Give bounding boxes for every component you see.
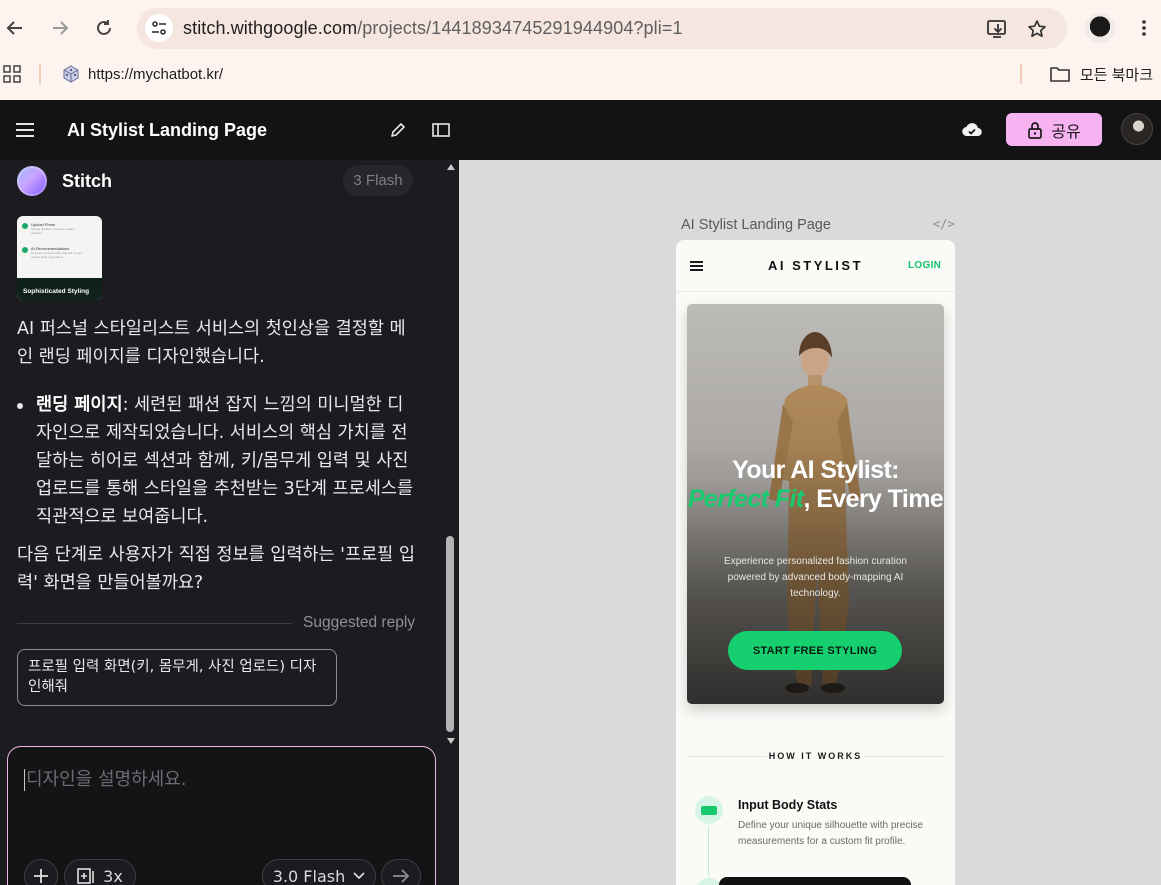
hero-section: Your AI Stylist: Perfect Fit, Every Time… xyxy=(687,304,944,704)
bookmark-star-icon[interactable] xyxy=(1026,18,1048,40)
hero-title-accent: Perfect Fit xyxy=(687,485,804,513)
folder-icon xyxy=(1050,67,1070,82)
cloud-saved-icon[interactable] xyxy=(960,118,984,142)
hamburger-menu-icon[interactable] xyxy=(13,118,37,142)
divider xyxy=(864,756,944,757)
profile-avatar[interactable] xyxy=(1085,13,1115,43)
list-item: 랜딩 페이지: 세련된 패션 잡지 느낌의 미니멀한 디자인으로 제작되었습니다… xyxy=(17,391,417,531)
model-badge: 3 Flash xyxy=(343,165,413,196)
ruler-icon xyxy=(695,796,723,824)
address-bar[interactable]: stitch.withgoogle.com/projects/144189347… xyxy=(137,8,1067,49)
lock-icon xyxy=(1028,121,1043,139)
suggested-reply-chip[interactable]: 프로필 입력 화면(키, 몸무게, 사진 업로드) 디자인해줘 xyxy=(17,649,337,706)
bookmark-label: https://mychatbot.kr/ xyxy=(88,65,224,83)
model-select[interactable]: 3.0 Flash xyxy=(262,859,376,885)
phone-frame[interactable]: AI STYLIST LOGIN Your AI Stylist: Perfec… xyxy=(676,240,955,885)
step-dot-icon xyxy=(22,223,28,229)
message-bullets: 랜딩 페이지: 세련된 패션 잡지 느낌의 미니멀한 디자인으로 제작되었습니다… xyxy=(17,391,417,531)
bookmark-mychatbot[interactable]: https://mychatbot.kr/ xyxy=(62,62,223,86)
user-avatar[interactable] xyxy=(1121,113,1153,145)
site-info-icon[interactable] xyxy=(145,14,173,42)
send-arrow-icon xyxy=(393,869,410,883)
url-text: stitch.withgoogle.com/projects/144189347… xyxy=(183,18,683,38)
design-thumbnail[interactable]: Upload Photo Simply upload a photo for i… xyxy=(17,216,102,300)
apps-grid-icon[interactable] xyxy=(3,65,21,83)
reload-icon[interactable] xyxy=(90,14,118,42)
bookmark-separator xyxy=(39,64,41,84)
browser-toolbar: stitch.withgoogle.com/projects/144189347… xyxy=(0,0,1161,56)
start-styling-button[interactable]: START FREE STYLING xyxy=(728,631,902,670)
all-bookmarks-button[interactable]: 모든 북마크 xyxy=(1050,62,1153,86)
add-attachment-button[interactable] xyxy=(24,859,58,885)
all-bookmarks-label: 모든 북마크 xyxy=(1079,66,1153,84)
variants-button[interactable]: 3x xyxy=(64,859,136,885)
edit-pencil-icon[interactable] xyxy=(386,118,410,142)
divider xyxy=(17,623,292,624)
suggested-reply-label: Suggested reply xyxy=(303,614,416,631)
thumb-footer-label: Sophisticated Styling xyxy=(23,288,90,295)
more-menu-icon[interactable] xyxy=(1130,14,1158,42)
prompt-input[interactable]: 디자인을 설명하세요. xyxy=(24,769,186,791)
thumb-row2-text: Receive curated outfits tailored to your… xyxy=(31,251,83,259)
model-select-label: 3.0 Flash xyxy=(272,866,346,885)
scroll-thumb[interactable] xyxy=(446,536,454,732)
bookmark-separator xyxy=(1020,64,1022,84)
step1-description: Define your unique silhouette with preci… xyxy=(738,820,924,847)
stitch-logo-icon xyxy=(17,166,47,196)
variants-icon xyxy=(77,868,94,884)
chevron-down-icon xyxy=(353,872,365,880)
frame-label[interactable]: AI Stylist Landing Page xyxy=(681,217,831,233)
send-button[interactable] xyxy=(381,859,421,885)
forward-icon[interactable] xyxy=(46,14,74,42)
chat-scrollbar[interactable] xyxy=(444,160,456,748)
variants-label: 3x xyxy=(103,866,123,885)
hero-subtitle: Experience personalized fashion curation… xyxy=(724,556,907,599)
thumb-row1-text: Simply upload a photo for instant analys… xyxy=(31,227,75,235)
hero-title: Your AI Stylist: Perfect Fit, Every Time xyxy=(687,456,944,514)
thumb-footer: Sophisticated Styling xyxy=(17,278,102,300)
agent-name: Stitch xyxy=(62,171,113,191)
scroll-up-arrow-icon[interactable] xyxy=(447,164,455,170)
bullet-bold: 랜딩 페이지 xyxy=(36,395,123,415)
hero-title-line2: , Every Time xyxy=(803,485,944,513)
step2-card xyxy=(719,877,911,885)
share-label: 공유 xyxy=(1051,121,1081,141)
prompt-composer: 디자인을 설명하세요. 3x 3.0 Flash xyxy=(7,746,436,885)
project-title: AI Stylist Landing Page xyxy=(67,120,268,140)
step1-title: Input Body Stats xyxy=(738,798,838,812)
plus-icon xyxy=(34,869,48,883)
share-button[interactable]: 공유 xyxy=(1006,113,1102,146)
bookmarks-bar: https://mychatbot.kr/ 모든 북마크 xyxy=(0,56,1161,100)
install-app-icon[interactable] xyxy=(987,18,1009,40)
dice-favicon-icon xyxy=(63,65,79,83)
design-canvas[interactable]: AI Stylist Landing Page </> AI STYLIST L… xyxy=(459,160,1161,885)
hero-title-line1: Your AI Stylist: xyxy=(732,456,899,484)
back-icon[interactable] xyxy=(1,14,29,42)
phone-navbar: AI STYLIST LOGIN xyxy=(676,240,955,292)
scroll-down-arrow-icon[interactable] xyxy=(447,738,455,744)
sidebar-toggle-icon[interactable] xyxy=(429,118,453,142)
message-intro: AI 퍼스널 스타일리스트 서비스의 첫인상을 결정할 메인 랜딩 페이지를 디… xyxy=(17,319,406,367)
app-header: AI Stylist Landing Page 공유 xyxy=(0,100,1161,160)
message-next-step: 다음 단계로 사용자가 직접 정보를 입력하는 '프로필 입력' 화면을 만들어… xyxy=(17,545,415,593)
phone-login-link[interactable]: LOGIN xyxy=(908,260,941,271)
code-view-icon[interactable]: </> xyxy=(933,217,955,231)
step-dot-icon xyxy=(22,247,28,253)
step-connector xyxy=(708,826,709,876)
